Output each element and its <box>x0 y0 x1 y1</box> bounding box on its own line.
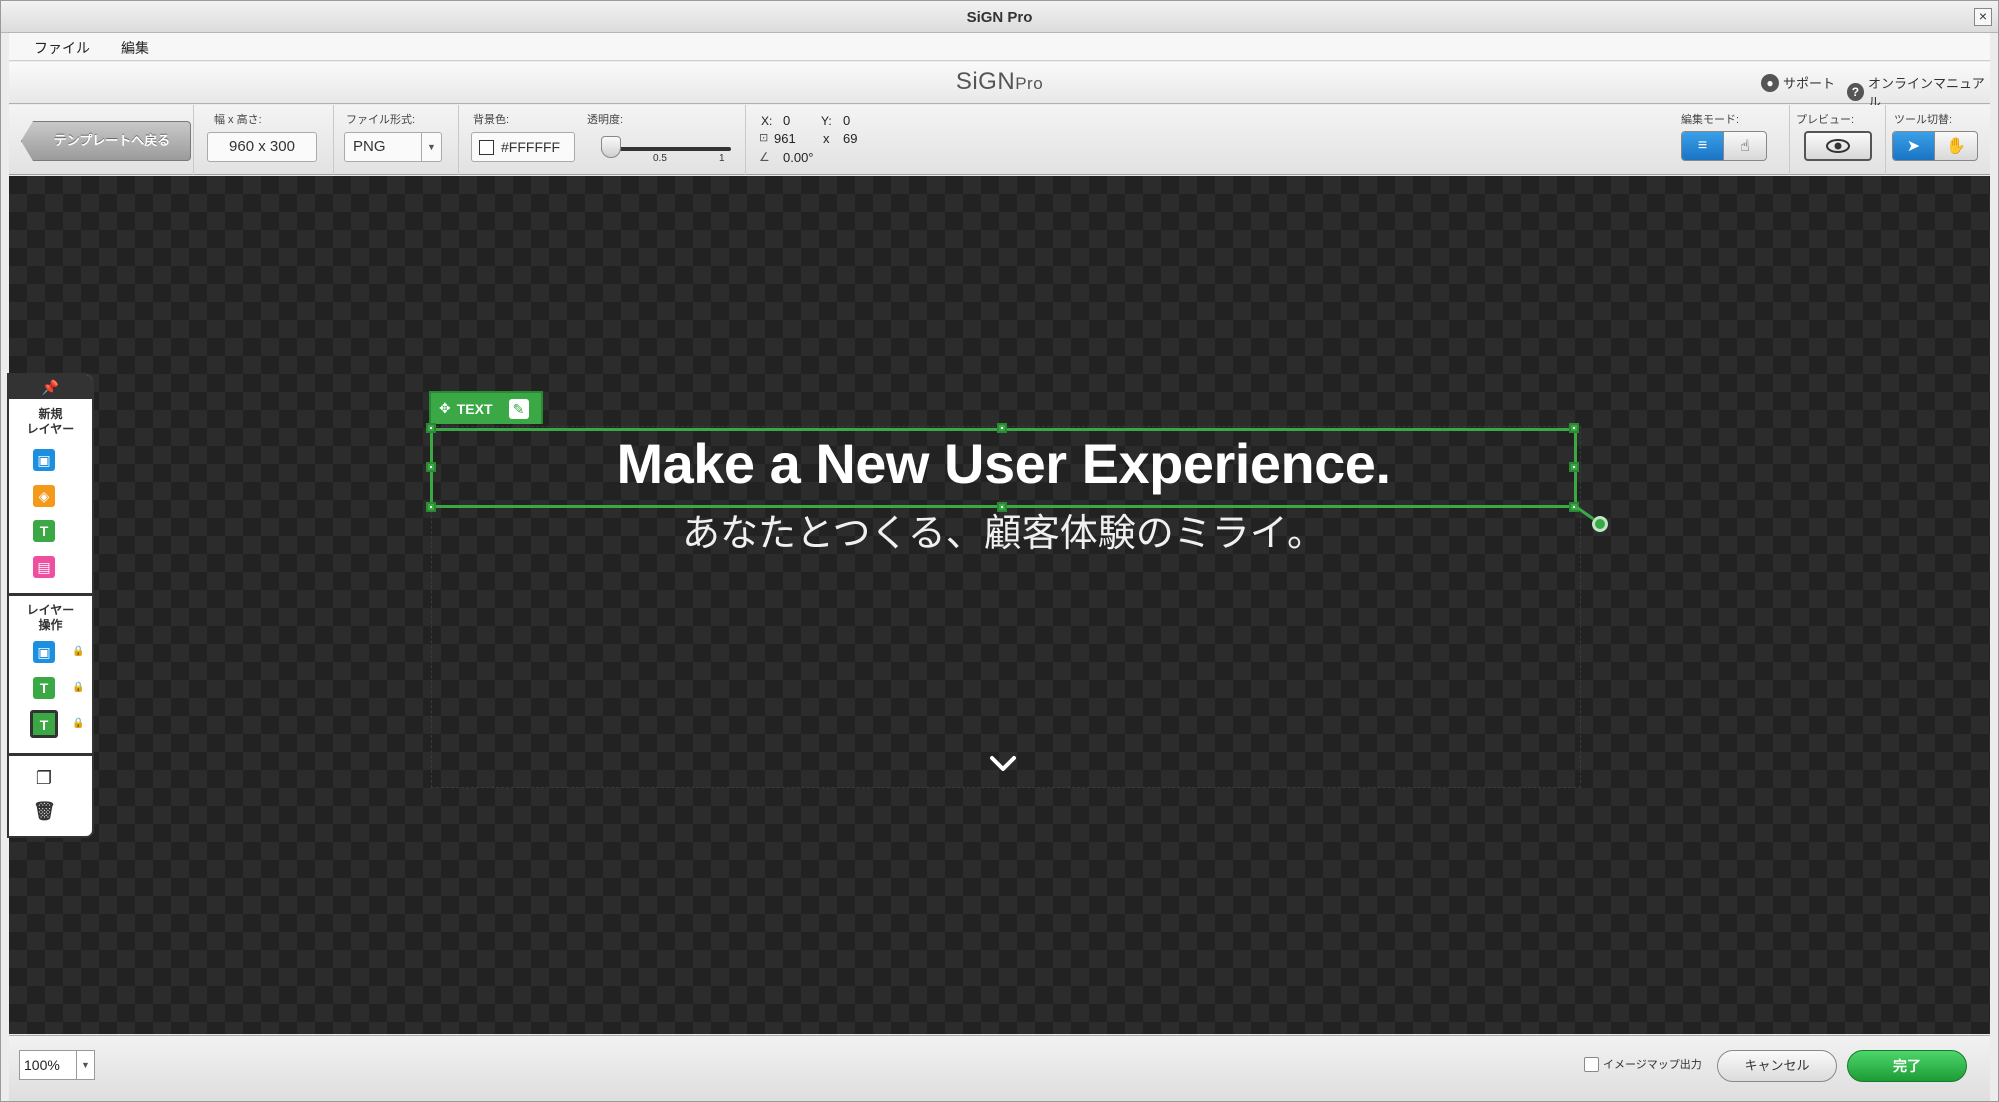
opacity-slider-thumb[interactable] <box>601 136 621 158</box>
height-sep: x <box>823 131 830 146</box>
rotate-handle[interactable] <box>1592 516 1608 532</box>
angle-value: 0.00° <box>783 150 814 165</box>
format-value: PNG <box>353 138 386 155</box>
text-layer-item-icon[interactable]: T <box>33 677 55 699</box>
pencil-icon[interactable]: ✎ <box>508 398 529 419</box>
toolbar: テンプレートへ戻る 幅 x 高さ: 960 x 300 ファイル形式: PNG … <box>9 105 1990 175</box>
opacity-tick-mid: 0.5 <box>653 153 667 164</box>
imagemap-label: イメージマップ出力 <box>1603 1059 1702 1071</box>
resize-handle-s[interactable] <box>997 502 1007 512</box>
edit-mode-label: 編集モード: <box>1681 114 1740 126</box>
lock-icon[interactable]: 🔒 <box>72 682 84 694</box>
cursor-arrow-icon[interactable]: ➤ <box>1893 132 1935 160</box>
layer-panel: 📌 新規 レイヤー ▣ ◈ T ▤ レイヤー 操作 ▣ 🔒 T 🔒 T 🔒 ❐ … <box>7 373 94 838</box>
bottom-bar: 100% ▼ イメージマップ出力 キャンセル 完了 <box>9 1035 1990 1101</box>
hand-grab-icon[interactable]: ✋ <box>1935 132 1977 160</box>
chevron-down-icon: ▼ <box>421 133 441 161</box>
text-layer-icon[interactable]: T <box>33 520 55 542</box>
preview-label: プレビュー: <box>1796 114 1855 126</box>
angle-icon: ∠ <box>759 150 770 164</box>
user-icon: ● <box>1761 73 1779 92</box>
format-label: ファイル形式: <box>346 114 416 126</box>
opacity-tick-max: 1 <box>719 153 725 164</box>
resize-handle-sw[interactable] <box>426 502 436 512</box>
chevron-down-icon <box>990 756 1016 771</box>
image-layer-icon[interactable]: ▣ <box>33 449 55 471</box>
tool-switch-toggle: ➤ ✋ <box>1892 131 1978 161</box>
height-value: 69 <box>843 131 858 146</box>
tool-switch-label: ツール切替: <box>1894 114 1953 126</box>
bgcolor-label: 背景色: <box>473 114 510 126</box>
text-layer-item-selected-icon[interactable]: T <box>30 710 58 738</box>
bgcolor-field[interactable]: #FFFFFF <box>471 132 575 162</box>
button-layer-icon[interactable]: ▤ <box>33 556 55 578</box>
design-canvas[interactable]: Make a New User Experience. あなたとつくる、顧客体験… <box>9 176 1990 1034</box>
title-bar: SiGN Pro × <box>1 1 1998 33</box>
duplicate-icon[interactable]: ❐ <box>33 767 55 789</box>
menu-edit[interactable]: 編集 <box>121 38 149 58</box>
trash-icon[interactable]: 🗑 <box>33 800 56 822</box>
lock-icon[interactable]: 🔒 <box>72 646 84 658</box>
y-label: Y: <box>821 114 832 128</box>
done-button[interactable]: 完了 <box>1847 1050 1967 1082</box>
resize-handle-e[interactable] <box>1569 462 1579 472</box>
pin-icon[interactable]: 📌 <box>9 375 92 399</box>
resize-handle-ne[interactable] <box>1569 423 1579 433</box>
layer-ops-title: レイヤー 操作 <box>26 603 75 632</box>
format-select[interactable]: PNG ▼ <box>344 132 442 162</box>
move-icon[interactable]: ✥ <box>439 400 451 417</box>
selection-box[interactable] <box>430 428 1577 508</box>
text-layer-tag[interactable]: ✥ TEXT ✎ <box>429 391 543 424</box>
checkbox-box[interactable] <box>1584 1056 1599 1072</box>
edit-mode-toggle: ≡ ☝ <box>1681 131 1767 161</box>
lock-icon[interactable]: 🔒 <box>72 718 84 730</box>
size-label: 幅 x 高さ: <box>214 114 262 126</box>
help-icon: ? <box>1847 83 1864 101</box>
app-header: SiGNPro ● サポート ? オンラインマニュアル <box>9 62 1990 110</box>
layer-mode-icon[interactable]: ≡ <box>1682 132 1724 160</box>
support-link[interactable]: ● サポート <box>1761 73 1835 92</box>
opacity-label: 透明度: <box>587 114 624 126</box>
imagemap-checkbox[interactable]: イメージマップ出力 <box>1584 1056 1702 1072</box>
bgcolor-value: #FFFFFF <box>501 139 561 155</box>
menu-file[interactable]: ファイル <box>34 38 90 58</box>
image-layer-item-icon[interactable]: ▣ <box>33 641 55 663</box>
shape-layer-icon[interactable]: ◈ <box>33 485 55 507</box>
new-layer-title: 新規 レイヤー <box>26 407 75 436</box>
eye-icon <box>1826 139 1850 153</box>
sign-pro-logo: SiGNPro <box>955 68 1044 95</box>
resize-handle-w[interactable] <box>426 462 436 472</box>
x-label: X: <box>761 114 773 128</box>
zoom-value: 100% <box>24 1057 60 1073</box>
size-icon: ⊡ <box>759 132 769 144</box>
chevron-down-icon: ▼ <box>76 1051 94 1079</box>
y-value: 0 <box>843 113 851 128</box>
cancel-button[interactable]: キャンセル <box>1717 1050 1837 1082</box>
close-window-button[interactable]: × <box>1974 8 1992 26</box>
color-swatch[interactable] <box>479 140 494 155</box>
zoom-select[interactable]: 100% ▼ <box>19 1050 95 1080</box>
x-value: 0 <box>783 113 791 128</box>
layer-tag-label: TEXT <box>456 400 493 417</box>
window-title: SiGN Pro <box>966 9 1033 26</box>
resize-handle-nw[interactable] <box>426 423 436 433</box>
size-field[interactable]: 960 x 300 <box>207 132 317 162</box>
menu-bar: ファイル 編集 <box>9 33 1990 61</box>
preview-button[interactable] <box>1804 131 1872 161</box>
width-value: 961 <box>774 131 796 146</box>
resize-handle-n[interactable] <box>997 423 1007 433</box>
back-to-template-button[interactable]: テンプレートへ戻る <box>21 121 191 161</box>
app-window: SiGN Pro × ファイル 編集 SiGNPro ● サポート ? オンライ… <box>0 0 1999 1102</box>
hand-pointer-icon[interactable]: ☝ <box>1724 132 1766 160</box>
